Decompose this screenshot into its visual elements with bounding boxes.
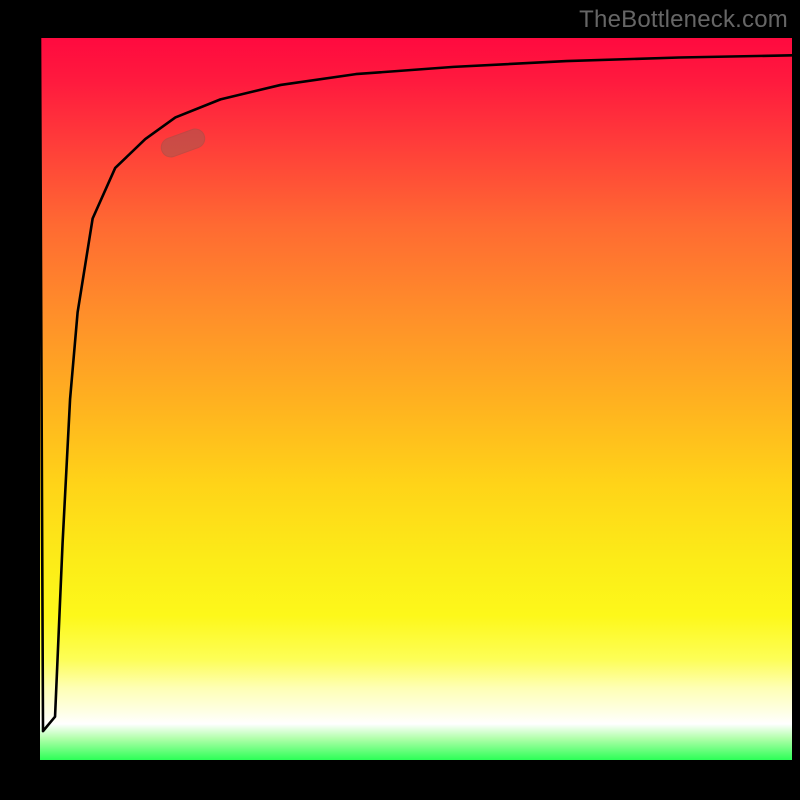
chart-area xyxy=(40,38,792,760)
watermark-text: TheBottleneck.com xyxy=(579,6,788,34)
chart-gradient-background xyxy=(40,38,792,760)
